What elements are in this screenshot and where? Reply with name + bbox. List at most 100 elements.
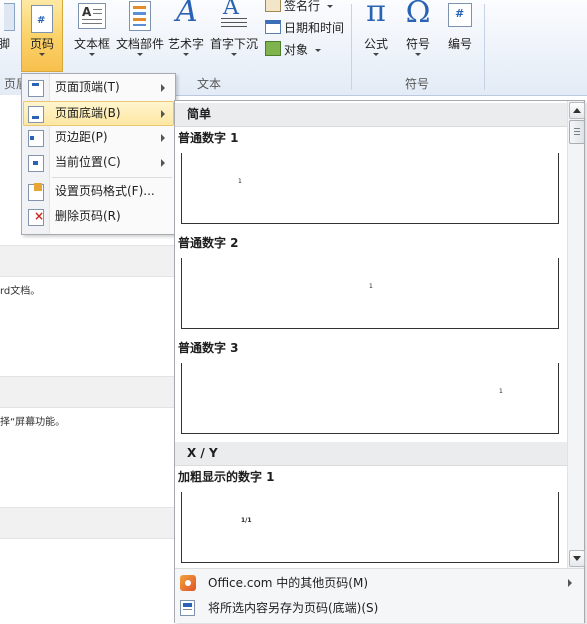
page-number-sample: 1 xyxy=(238,178,242,185)
page-number-icon: # xyxy=(31,5,53,33)
gallery-item-title: 普通数字 2 xyxy=(178,236,239,250)
gallery-item-title: 加粗显示的数字 1 xyxy=(178,470,275,484)
gallery-item-preview[interactable]: 1 xyxy=(181,258,559,329)
page-number-menu: 页面顶端(T) 页面底端(B) 页边距(P) 当前位置(C) 设置页码格式(F)… xyxy=(21,73,176,235)
dropcap-glyph: A xyxy=(223,0,239,20)
page-number-label: 页码 xyxy=(29,37,54,51)
textbox-icon: A xyxy=(78,3,106,29)
chevron-down-icon xyxy=(326,5,333,8)
menu-item-page-margin[interactable]: 页边距(P) xyxy=(24,126,173,149)
doc-parts-label: 文档部件 xyxy=(115,37,164,51)
chevron-right-icon xyxy=(568,579,572,587)
chevron-down-icon xyxy=(373,53,379,56)
group-label-symbols: 符号 xyxy=(405,77,430,91)
signature-line-button[interactable]: 签名行 xyxy=(265,0,333,14)
office-com-more-page-numbers[interactable]: Office.com 中的其他页码(M) xyxy=(175,571,580,595)
date-time-button[interactable]: 日期和时间 xyxy=(265,19,344,36)
menu-item-label: 设置页码格式(F)... xyxy=(55,184,155,198)
menu-item-page-bottom[interactable]: 页面底端(B) xyxy=(23,101,174,126)
page-bottom-gallery: 简单 普通数字 1 1 普通数字 2 1 普通数字 3 1 X / Y 加粗显示… xyxy=(174,100,585,623)
chevron-down-icon xyxy=(137,53,143,56)
gallery-footer: Office.com 中的其他页码(M) 将所选内容另存为页码(底端)(S) xyxy=(175,568,584,623)
remove-page-number-icon: × xyxy=(28,209,44,226)
page-top-icon xyxy=(28,80,44,97)
signature-line-icon xyxy=(265,0,281,12)
chevron-right-icon xyxy=(161,110,165,118)
chevron-down-icon xyxy=(183,53,189,56)
group-separator xyxy=(484,4,485,90)
equation-button[interactable]: π 公式 xyxy=(356,0,396,70)
wordart-icon: A xyxy=(171,0,201,29)
current-position-icon xyxy=(28,155,44,172)
symbol-button[interactable]: Ω 符号 xyxy=(398,0,438,70)
menu-item-format-page-number[interactable]: 设置页码格式(F)... xyxy=(24,180,173,203)
gallery-item-title: 普通数字 3 xyxy=(178,341,239,355)
doc-band xyxy=(0,507,175,539)
gallery-item-preview[interactable]: 1 xyxy=(181,363,559,434)
gallery-scrollbar[interactable] xyxy=(567,101,585,568)
wordart-button[interactable]: A 艺术字 xyxy=(166,0,206,70)
chevron-down-icon xyxy=(415,53,421,56)
menu-item-label: 页边距(P) xyxy=(55,130,108,144)
doc-text-line: 择“屏幕功能。 xyxy=(0,417,66,428)
pi-icon: π xyxy=(366,0,386,29)
signature-line-label: 签名行 xyxy=(284,0,321,13)
group-separator xyxy=(351,4,352,90)
page-number-hash: # xyxy=(37,15,46,26)
scroll-up-button[interactable] xyxy=(569,102,585,119)
menu-item-current-position[interactable]: 当前位置(C) xyxy=(24,151,173,174)
footer-button-label: 脚 xyxy=(0,37,11,51)
dropcap-button[interactable]: A 首字下沉 xyxy=(208,0,260,70)
wordart-glyph: A xyxy=(176,0,198,29)
chevron-right-icon xyxy=(161,134,165,142)
wordart-label: 艺术字 xyxy=(167,37,204,51)
menu-item-remove-page-number[interactable]: × 删除页码(R) xyxy=(24,205,173,228)
number-hash: # xyxy=(455,7,465,20)
footer-item-label: 将所选内容另存为页码(底端)(S) xyxy=(208,601,379,615)
gallery-item-preview[interactable]: 1/1 xyxy=(181,492,559,563)
object-button[interactable]: 对象 xyxy=(265,41,321,58)
number-label: 编号 xyxy=(447,37,472,51)
textbox-icon-letter: A xyxy=(82,5,92,19)
menu-item-label: 页面顶端(T) xyxy=(55,80,120,94)
dropcap-icon: A xyxy=(219,0,249,28)
doc-band xyxy=(0,245,175,277)
symbol-label: 符号 xyxy=(405,37,430,51)
doc-parts-icon xyxy=(129,1,151,31)
omega-icon: Ω xyxy=(405,0,431,30)
doc-text-line: rd文档。 xyxy=(0,286,41,297)
footer-icon xyxy=(4,3,15,31)
page-number-sample: 1 xyxy=(499,388,503,395)
category-header-xy: X / Y xyxy=(175,442,567,466)
page-number-button[interactable]: # 页码 xyxy=(21,0,63,72)
textbox-button[interactable]: A 文本框 xyxy=(70,0,114,70)
save-selection-icon xyxy=(180,600,195,616)
menu-item-label: 删除页码(R) xyxy=(55,209,121,223)
gallery-item-preview[interactable]: 1 xyxy=(181,153,559,224)
category-header-simple: 简单 xyxy=(175,103,567,127)
textbox-label: 文本框 xyxy=(73,37,110,51)
chevron-down-icon xyxy=(39,53,45,56)
dropcap-label: 首字下沉 xyxy=(209,37,258,51)
group-label-text: 文本 xyxy=(197,77,222,91)
scroll-thumb[interactable] xyxy=(569,120,585,144)
chevron-right-icon xyxy=(161,84,165,92)
date-time-label: 日期和时间 xyxy=(284,21,345,35)
chevron-down-icon xyxy=(89,53,95,56)
save-selection-as-page-number[interactable]: 将所选内容另存为页码(底端)(S) xyxy=(175,596,580,620)
gallery-item-title: 普通数字 1 xyxy=(178,131,239,145)
menu-item-page-top[interactable]: 页面顶端(T) xyxy=(24,76,173,99)
number-icon: # xyxy=(448,3,472,27)
number-button[interactable]: # 编号 xyxy=(441,0,479,55)
chevron-right-icon xyxy=(161,159,165,167)
footer-item-label: Office.com 中的其他页码(M) xyxy=(208,576,369,590)
page-number-sample: 1 xyxy=(369,283,373,290)
doc-parts-button[interactable]: 文档部件 xyxy=(115,0,165,70)
menu-item-label: 当前位置(C) xyxy=(55,155,121,169)
gallery-scroll-area: 简单 普通数字 1 1 普通数字 2 1 普通数字 3 1 X / Y 加粗显示… xyxy=(175,101,567,568)
doc-band xyxy=(0,376,175,408)
scroll-down-button[interactable] xyxy=(569,550,585,567)
calendar-icon xyxy=(265,20,281,34)
footer-button-partial[interactable]: 脚 xyxy=(0,0,15,70)
page-number-sample: 1/1 xyxy=(241,517,252,524)
